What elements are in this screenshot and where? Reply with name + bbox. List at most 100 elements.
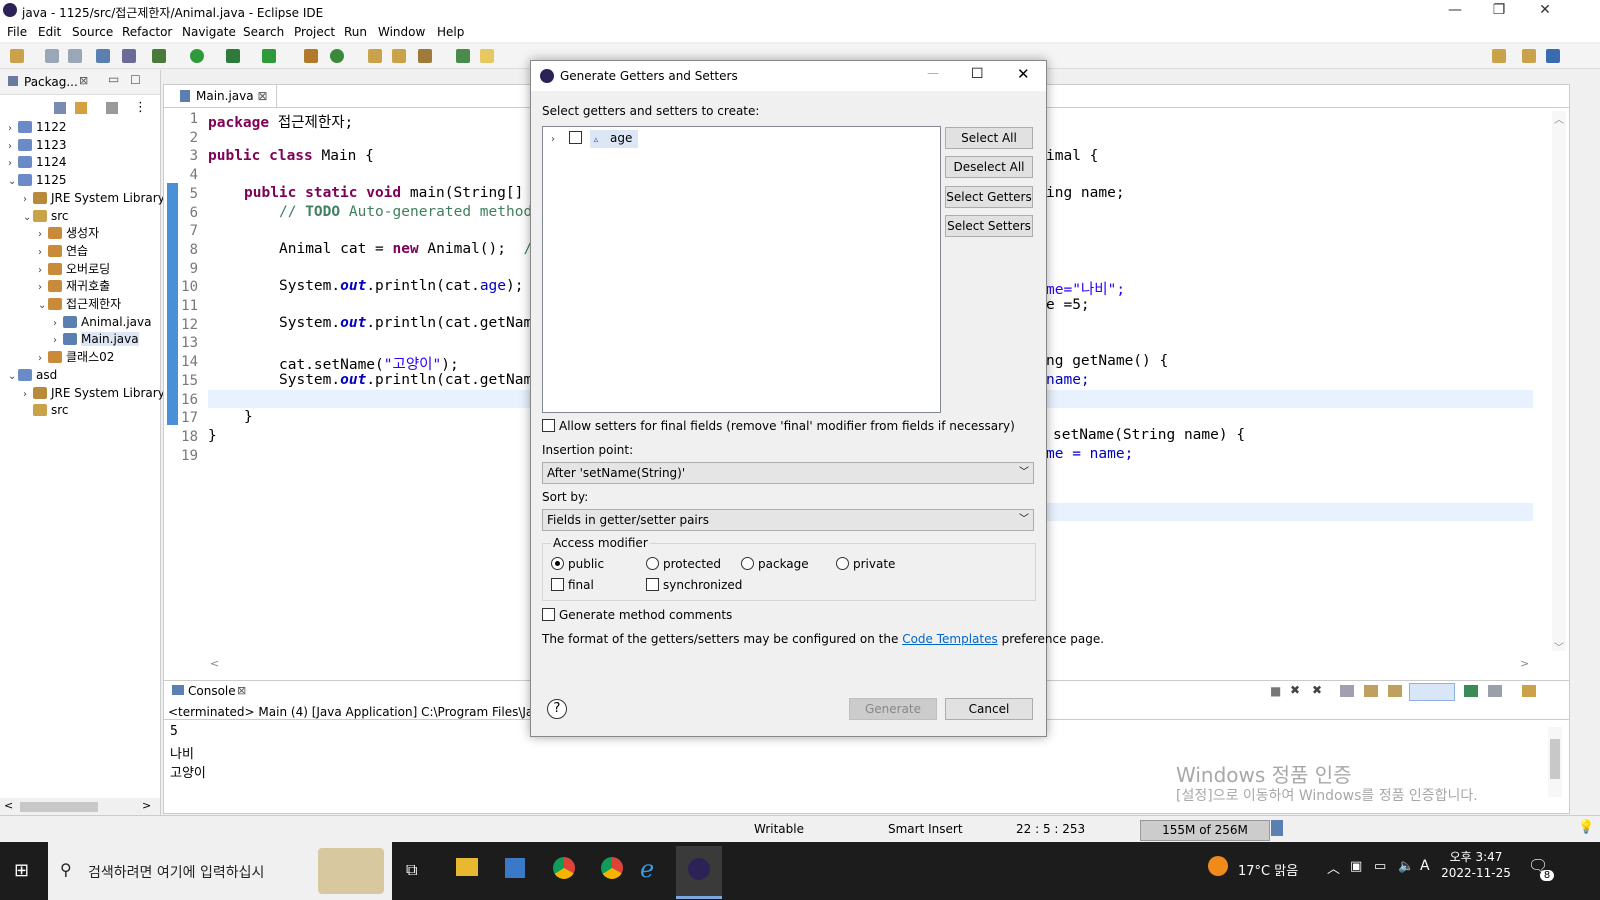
private-radio[interactable] [836,557,849,570]
clear-console-icon[interactable] [1340,685,1354,697]
explorer-scroll-thumb[interactable] [20,802,98,812]
select-setters-button[interactable]: Select Setters [945,215,1033,237]
new-class-icon[interactable] [330,49,344,63]
tree-item[interactable]: › 1122 [8,119,67,135]
collapsed-chevron-icon[interactable]: › [8,139,18,155]
tree-item[interactable]: › 연습 [38,243,88,259]
open-console-icon[interactable] [1522,685,1536,697]
package-explorer-tab[interactable]: Packag... [24,75,78,89]
tray-device-icon[interactable]: ▣ [1350,859,1362,874]
new-package-icon[interactable] [304,49,318,63]
new-icon[interactable] [10,49,24,63]
save-all-icon[interactable] [68,49,82,63]
internet-explorer-icon[interactable]: ℯ [640,855,654,883]
search-tool-icon[interactable] [418,49,432,63]
file-explorer-icon[interactable] [456,858,478,876]
field-tree-item-age[interactable]: › ▵ age [551,130,639,148]
menu-refactor[interactable]: Refactor [122,25,172,39]
collapsed-chevron-icon[interactable]: › [23,387,33,403]
generate-comments-checkbox[interactable] [542,608,555,621]
tree-item[interactable]: ⌄ asd [8,367,57,383]
store-icon[interactable] [505,858,525,878]
tip-bulb-icon[interactable]: 💡 [1578,820,1594,836]
scroll-right-icon[interactable]: > [142,799,151,812]
expanded-chevron-icon[interactable]: ⌄ [38,298,48,314]
collapsed-chevron-icon[interactable]: › [8,156,18,172]
synchronized-option[interactable]: synchronized [646,578,742,592]
chrome-icon[interactable] [553,857,575,879]
scroll-right-icon[interactable]: > [1520,657,1529,670]
help-icon[interactable]: ? [547,699,567,719]
clock-time[interactable]: 오후 3:47 [1444,848,1508,865]
tree-item[interactable]: ⌄ 1125 [8,172,67,188]
package-radio[interactable] [741,557,754,570]
task-view-icon[interactable]: ⧉ [406,860,417,880]
link-editor-icon[interactable] [75,102,87,114]
collapsed-chevron-icon[interactable]: › [38,280,48,296]
menu-file[interactable]: File [7,25,27,39]
synchronized-checkbox[interactable] [646,578,659,591]
java-perspective-icon[interactable] [1546,49,1560,63]
tree-item[interactable]: › 1124 [8,154,67,170]
display-console-icon[interactable] [1488,685,1502,697]
open-perspective-icon[interactable] [1492,49,1506,63]
cancel-button[interactable]: Cancel [945,698,1033,720]
eclipse-taskbar-button[interactable] [676,846,722,899]
ime-indicator-icon[interactable]: A [1420,858,1430,874]
collapsed-chevron-icon[interactable]: › [8,121,18,137]
allow-final-checkbox[interactable] [542,419,555,432]
collapsed-chevron-icon[interactable]: › [53,333,63,349]
editor-vscrollbar[interactable]: ︿ ﹀ [1552,111,1566,654]
network-icon[interactable]: ▭ [1374,859,1386,874]
console-vscrollbar[interactable] [1548,727,1562,797]
terminate-icon[interactable]: ■ [1270,684,1281,698]
show-console-output-icon[interactable] [1409,683,1455,701]
console-icon[interactable] [96,49,110,63]
access-private-option[interactable]: private [836,557,895,571]
access-package-option[interactable]: package [741,557,809,571]
gc-trash-icon[interactable] [1271,820,1283,836]
menu-project[interactable]: Project [294,25,335,39]
pin-console-icon[interactable] [1464,685,1478,697]
expanded-chevron-icon[interactable]: ⌄ [8,369,18,385]
console-scroll-thumb[interactable] [1550,739,1560,779]
tree-item[interactable]: › Animal.java [53,314,151,330]
tree-item[interactable]: ⌄ 접근제한자 [38,296,121,312]
volume-icon[interactable]: 🔈 [1398,859,1414,874]
menu-source[interactable]: Source [72,25,113,39]
tree-item[interactable]: › JRE System Library [23,190,165,206]
editor-tab-main[interactable]: Main.java ⊠ [172,85,277,107]
collapsed-chevron-icon[interactable]: › [38,227,48,243]
maximize-view-icon[interactable]: ☐ [130,73,141,87]
remove-all-icon[interactable]: ✖ [1312,683,1322,697]
menu-window[interactable]: Window [378,25,425,39]
debug-perspective-icon[interactable] [1522,49,1536,63]
tree-item[interactable]: › 클래스02 [38,349,114,365]
focus-icon[interactable] [106,102,118,114]
access-public-option[interactable]: public [551,557,604,571]
dialog-minimize-icon[interactable]: — [927,66,939,80]
dialog-maximize-icon[interactable]: ☐ [971,66,984,82]
debug-icon[interactable] [152,49,166,63]
explorer-hscrollbar[interactable]: < > [0,798,160,816]
tree-item[interactable]: ⌄ src [23,208,69,224]
expanded-chevron-icon[interactable]: ⌄ [23,210,33,226]
collapsed-chevron-icon[interactable]: › [23,192,33,208]
tray-chevron-icon[interactable]: ︿ [1327,858,1340,877]
code-templates-link[interactable]: Code Templates [902,632,998,646]
run-icon[interactable] [190,49,204,63]
scroll-lock-icon[interactable] [1364,685,1378,697]
close-icon[interactable]: ✕ [1522,2,1568,18]
generate-comments-option[interactable]: Generate method comments [542,608,732,622]
expanded-chevron-icon[interactable]: ⌄ [8,174,18,190]
close-tab-icon[interactable]: ⊠ [257,89,267,103]
tree-item[interactable]: › JRE System Library [23,385,165,401]
generate-button[interactable]: Generate [849,698,937,720]
clock-date[interactable]: 2022-11-25 [1440,866,1512,880]
close-console-icon[interactable]: ⊠ [237,684,246,697]
heap-status[interactable]: 155M of 256M [1140,820,1270,841]
public-radio[interactable] [551,557,564,570]
open-type-icon[interactable] [368,49,382,63]
tree-item[interactable]: › 오버로딩 [38,261,110,277]
windows-start-icon[interactable]: ⊞ [14,860,29,881]
